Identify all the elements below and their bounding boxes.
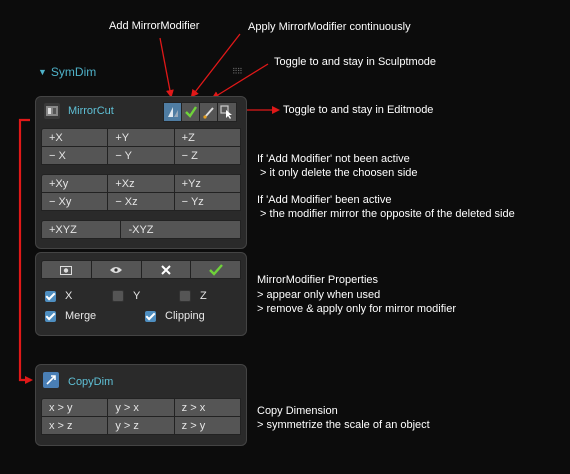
mirrorcut-title: MirrorCut: [68, 105, 114, 117]
copydim-grid: x > y y > x z > x x > z y > z z > y: [41, 398, 241, 435]
check-icon[interactable]: [190, 260, 241, 279]
cut-plus-xz-button[interactable]: +Xz: [107, 174, 175, 193]
cut-minus-x-button[interactable]: − X: [41, 146, 109, 165]
cut-minus-xz-button[interactable]: − Xz: [107, 192, 175, 211]
cut-minus-y-button[interactable]: − Y: [107, 146, 175, 165]
note-props-2: > appear only when used: [257, 289, 381, 301]
copy-y-to-z-button[interactable]: y > z: [107, 416, 175, 435]
clipping-checkbox[interactable]: Clipping: [145, 310, 205, 322]
note-props-3: > remove & apply only for mirror modifie…: [257, 303, 456, 315]
mirror-z-label: Z: [200, 290, 207, 302]
arrow-apply-modifier: [190, 33, 241, 98]
cut-plus-xy-button[interactable]: +Xy: [41, 174, 109, 193]
note-copy-2: > symmetrize the scale of an object: [257, 419, 430, 431]
copy-z-to-x-button[interactable]: z > x: [173, 398, 241, 417]
cut-minus-xyz-button[interactable]: -XYZ: [120, 220, 241, 239]
collapse-triangle-icon[interactable]: ▼: [38, 67, 47, 77]
clipping-label: Clipping: [165, 310, 205, 322]
checkbox-on-icon: [145, 310, 156, 322]
note-copy-1: Copy Dimension: [257, 405, 338, 417]
bracket-line: [18, 118, 33, 384]
plane-pos-neg-grid: +Xy +Xz +Yz − Xy − Xz − Yz: [41, 174, 241, 211]
note-add-modifier: Add MirrorModifier: [109, 20, 200, 32]
cut-minus-xy-button[interactable]: − Xy: [41, 192, 109, 211]
cut-minus-yz-button[interactable]: − Yz: [173, 192, 241, 211]
sculpt-mode-brush-icon[interactable]: [199, 102, 219, 122]
mirrorcut-panel: MirrorCut +X +Y +Z − X − Y − Z +Xy +Xz +…: [35, 96, 247, 249]
merge-checkbox[interactable]: Merge: [45, 310, 96, 322]
cut-plus-z-button[interactable]: +Z: [173, 128, 241, 147]
close-icon[interactable]: [140, 260, 192, 279]
drag-handle-icon[interactable]: ⠿⠿: [232, 67, 243, 76]
copy-z-to-y-button[interactable]: z > y: [173, 416, 241, 435]
note-not-active-1: If 'Add Modifier' not been active: [257, 153, 410, 165]
mirror-y-checkbox[interactable]: Y: [112, 290, 140, 302]
cut-plus-xyz-button[interactable]: +XYZ: [41, 220, 122, 239]
axis-pos-neg-grid: +X +Y +Z − X − Y − Z: [41, 128, 241, 165]
mirrorcut-icon: [44, 103, 60, 119]
mirror-x-checkbox[interactable]: X: [45, 290, 72, 302]
modifier-toolbar: [41, 260, 241, 279]
copydim-title: CopyDim: [68, 376, 114, 388]
edit-mode-cursor-icon[interactable]: [217, 102, 237, 122]
arrow-add-modifier: [159, 37, 174, 98]
note-apply-modifier: Apply MirrorModifier continuously: [248, 21, 411, 33]
mirror-y-label: Y: [133, 290, 141, 302]
copydim-icon: [43, 372, 59, 388]
note-sculpt-toggle: Toggle to and stay in Sculptmode: [274, 56, 437, 68]
note-active-1: If 'Add Modifier' been active: [257, 194, 392, 206]
note-active-2: > the modifier mirror the opposite of th…: [257, 208, 515, 220]
add-modifier-toggle-icon[interactable]: [163, 102, 183, 122]
checkbox-on-icon: [45, 290, 56, 302]
checkbox-on-icon: [45, 310, 56, 322]
checkbox-off-icon: [179, 290, 191, 302]
symdim-label: SymDim: [50, 65, 97, 79]
symdim-panel-header[interactable]: ▼ SymDim: [38, 65, 96, 79]
note-props-1: MirrorModifier Properties: [257, 274, 379, 286]
copydim-panel: CopyDim x > y y > x z > x x > z y > z z …: [35, 364, 247, 446]
checkbox-off-icon: [112, 290, 124, 302]
mirror-z-checkbox[interactable]: Z: [179, 290, 207, 302]
cut-minus-z-button[interactable]: − Z: [173, 146, 241, 165]
apply-modifier-check-icon[interactable]: [181, 102, 201, 122]
cut-plus-x-button[interactable]: +X: [41, 128, 109, 147]
copy-x-to-y-button[interactable]: x > y: [41, 398, 109, 417]
copy-x-to-z-button[interactable]: x > z: [41, 416, 109, 435]
note-edit-toggle: Toggle to and stay in Editmode: [283, 104, 434, 116]
modifier-properties-panel: X Y Z Merge Clipping: [35, 252, 247, 336]
copy-y-to-x-button[interactable]: y > x: [107, 398, 175, 417]
mirror-x-label: X: [65, 290, 73, 302]
note-not-active-2: > it only delete the choosen side: [257, 167, 418, 179]
eye-icon[interactable]: [90, 260, 142, 279]
merge-label: Merge: [65, 310, 97, 322]
cut-plus-y-button[interactable]: +Y: [107, 128, 175, 147]
xyz-grid: +XYZ -XYZ: [41, 220, 241, 239]
cut-plus-yz-button[interactable]: +Yz: [173, 174, 241, 193]
camera-icon[interactable]: [41, 260, 92, 279]
